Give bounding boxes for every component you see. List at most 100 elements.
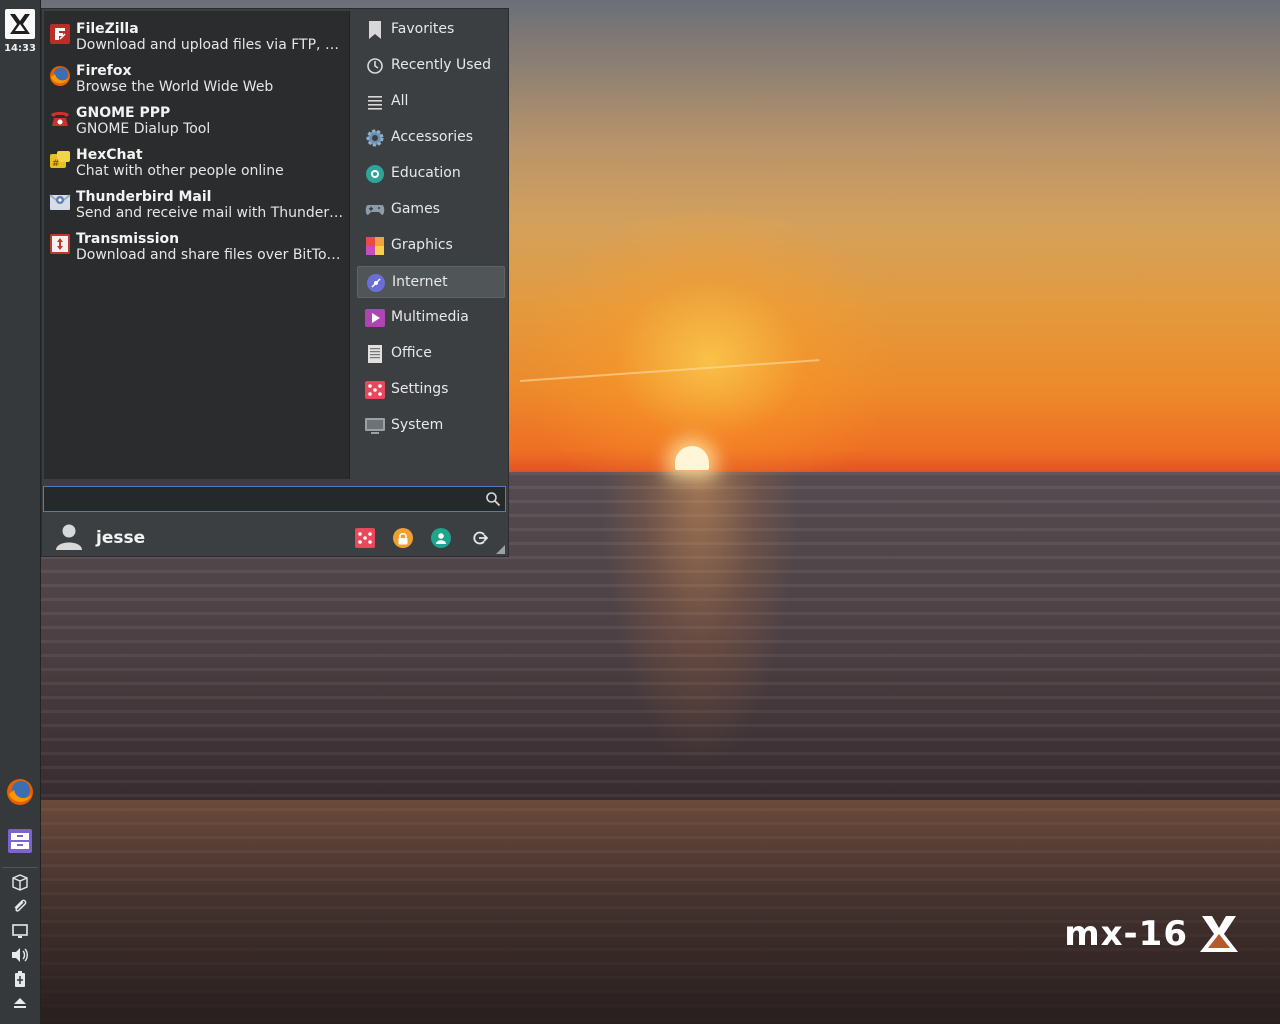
education-icon bbox=[365, 164, 385, 184]
firefox-icon bbox=[49, 65, 71, 87]
switch-user-icon bbox=[436, 533, 446, 544]
category-settings[interactable]: Settings bbox=[357, 374, 505, 406]
app-item-filezilla[interactable]: FileZilla Download and upload files via … bbox=[44, 15, 349, 57]
app-name: Transmission bbox=[76, 231, 180, 247]
list-icon bbox=[365, 92, 385, 112]
search-box[interactable] bbox=[43, 486, 506, 512]
user-name: jesse bbox=[96, 528, 146, 548]
settings-icon bbox=[365, 380, 385, 400]
category-recently-used[interactable]: Recently Used bbox=[357, 50, 505, 82]
category-label: Graphics bbox=[391, 237, 453, 253]
beach bbox=[0, 800, 1280, 1024]
firefox-icon bbox=[7, 779, 33, 805]
clock-icon bbox=[365, 56, 385, 76]
mx-menu-icon bbox=[10, 14, 30, 34]
user-bar: jesse bbox=[43, 516, 507, 556]
panel-separator bbox=[2, 867, 38, 868]
category-internet[interactable]: Internet bbox=[357, 266, 505, 298]
category-label: Accessories bbox=[391, 129, 474, 145]
category-label: System bbox=[391, 417, 444, 433]
app-item-transmission[interactable]: Transmission Download and share files ov… bbox=[44, 225, 349, 267]
mx-logo-text: mx-16 bbox=[1064, 914, 1188, 954]
category-education[interactable]: Education bbox=[357, 158, 505, 190]
clipboard-icon bbox=[14, 899, 27, 912]
transmission-icon bbox=[49, 233, 71, 255]
category-label: Games bbox=[391, 201, 440, 217]
display-tray[interactable] bbox=[0, 921, 40, 941]
lock-icon bbox=[398, 532, 408, 544]
category-office[interactable]: Office bbox=[357, 338, 505, 370]
settings-manager-button[interactable] bbox=[355, 528, 375, 548]
search-input[interactable] bbox=[48, 489, 482, 511]
lock-screen-button[interactable] bbox=[393, 528, 413, 548]
category-label: Education bbox=[391, 165, 461, 181]
palette-icon bbox=[365, 236, 385, 256]
system-icon bbox=[365, 416, 385, 436]
app-item-firefox[interactable]: Firefox Browse the World Wide Web bbox=[44, 57, 349, 99]
gear-icon bbox=[365, 128, 385, 148]
bookmark-icon bbox=[365, 20, 385, 40]
switch-user-button[interactable] bbox=[431, 528, 451, 548]
app-description: GNOME Dialup Tool bbox=[76, 121, 211, 137]
app-item-gnome-ppp[interactable]: GNOME PPP GNOME Dialup Tool bbox=[44, 99, 349, 141]
category-label: Settings bbox=[391, 381, 449, 397]
category-label: Favorites bbox=[391, 21, 455, 37]
category-label: Recently Used bbox=[391, 57, 492, 73]
app-description: Chat with other people online bbox=[76, 163, 284, 179]
app-description: Download and share files over BitTorrent bbox=[76, 247, 346, 263]
firefox-launcher[interactable] bbox=[0, 777, 40, 807]
category-favorites[interactable]: Favorites bbox=[357, 14, 505, 46]
app-name: Thunderbird Mail bbox=[76, 189, 212, 205]
app-description: Browse the World Wide Web bbox=[76, 79, 274, 95]
mx-logo: mx-16 bbox=[1064, 914, 1240, 954]
battery-icon bbox=[15, 971, 25, 987]
avatar bbox=[56, 524, 82, 550]
clipboard-tray[interactable] bbox=[0, 897, 40, 917]
app-name: HexChat bbox=[76, 147, 143, 163]
file-manager-launcher[interactable] bbox=[0, 826, 40, 856]
search-icon[interactable] bbox=[485, 491, 501, 507]
resize-grip[interactable] bbox=[496, 545, 505, 554]
thunderbird-icon bbox=[49, 191, 71, 213]
eject-icon bbox=[14, 998, 26, 1008]
category-label: Multimedia bbox=[391, 309, 469, 325]
mx-x-logo-icon bbox=[1200, 916, 1238, 952]
application-list: FileZilla Download and upload files via … bbox=[44, 11, 350, 479]
whisker-menu: FileZilla Download and upload files via … bbox=[41, 8, 509, 557]
log-out-button[interactable] bbox=[470, 528, 490, 548]
category-all[interactable]: All bbox=[357, 86, 505, 118]
whisker-menu-button[interactable] bbox=[5, 9, 35, 39]
volume-tray[interactable] bbox=[0, 945, 40, 965]
category-graphics[interactable]: Graphics bbox=[357, 230, 505, 262]
app-name: Firefox bbox=[76, 63, 132, 79]
file-manager-icon bbox=[8, 829, 32, 853]
filezilla-icon bbox=[49, 23, 71, 45]
app-item-hexchat[interactable]: # HexChat Chat with other people online bbox=[44, 141, 349, 183]
document-icon bbox=[365, 344, 385, 364]
app-name: FileZilla bbox=[76, 21, 139, 37]
globe-icon bbox=[366, 273, 386, 293]
category-multimedia[interactable]: Multimedia bbox=[357, 302, 505, 334]
package-installer-tray[interactable] bbox=[0, 872, 40, 892]
log-out-icon bbox=[473, 531, 488, 545]
app-description: Send and receive mail with Thunderbird bbox=[76, 205, 346, 221]
eject-tray[interactable] bbox=[0, 993, 40, 1013]
category-list: Favorites Recently Used All Accessories … bbox=[354, 11, 508, 479]
app-name: GNOME PPP bbox=[76, 105, 171, 121]
package-installer-icon bbox=[12, 874, 28, 891]
app-description: Download and upload files via FTP, FTPS … bbox=[76, 37, 346, 53]
category-system[interactable]: System bbox=[357, 410, 505, 442]
panel-clock[interactable]: 14:33 bbox=[0, 43, 40, 54]
category-label: Internet bbox=[392, 274, 448, 290]
svg-text:#: # bbox=[52, 159, 60, 169]
battery-tray[interactable] bbox=[0, 969, 40, 989]
telephone-icon bbox=[49, 107, 71, 129]
category-label: Office bbox=[391, 345, 432, 361]
category-label: All bbox=[391, 93, 409, 109]
category-games[interactable]: Games bbox=[357, 194, 505, 226]
category-accessories[interactable]: Accessories bbox=[357, 122, 505, 154]
play-icon bbox=[365, 308, 385, 328]
sun-reflection bbox=[600, 472, 800, 772]
app-item-thunderbird[interactable]: Thunderbird Mail Send and receive mail w… bbox=[44, 183, 349, 225]
gamepad-icon bbox=[365, 200, 385, 220]
